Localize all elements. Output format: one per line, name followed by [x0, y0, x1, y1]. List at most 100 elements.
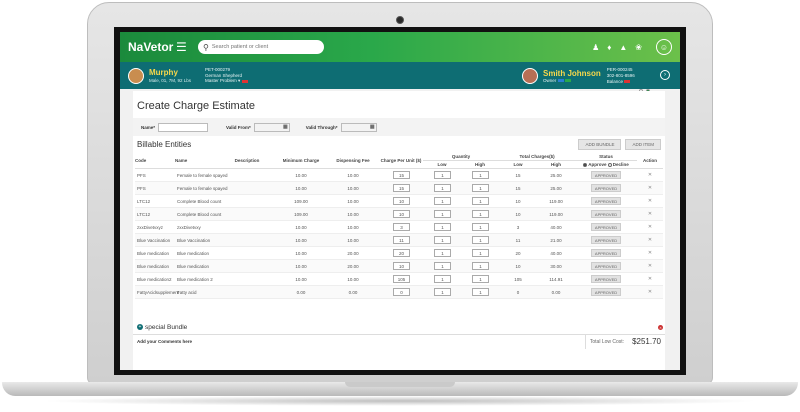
quantity-low-input[interactable]: 1: [433, 184, 451, 192]
laptop-shadow: [40, 396, 760, 406]
cell-description: Blue medication 2: [175, 272, 275, 286]
quantity-low-input[interactable]: 1: [433, 171, 451, 179]
paw-icon[interactable]: ❀: [635, 43, 642, 52]
quantity-low-input[interactable]: 1: [433, 275, 451, 283]
add-bundle-button[interactable]: ADD BUNDLE: [578, 139, 622, 150]
charge-per-unit-input[interactable]: 105: [392, 275, 410, 283]
approved-button[interactable]: APPROVED: [591, 262, 622, 270]
quantity-high-input[interactable]: 1: [471, 288, 489, 296]
quantity-high-input[interactable]: 1: [471, 210, 489, 218]
quantity-high-input[interactable]: 1: [471, 249, 489, 257]
cell-dispensing-fee: 10.00: [327, 207, 379, 221]
approved-button[interactable]: APPROVED: [591, 210, 622, 218]
search-input[interactable]: [211, 44, 319, 50]
charge-per-unit-input[interactable]: 10: [392, 262, 410, 270]
charge-per-unit-input[interactable]: 10: [392, 197, 410, 205]
delete-icon[interactable]: ✕: [648, 185, 652, 191]
hamburger-menu-icon[interactable]: ☰: [176, 40, 192, 54]
delete-icon[interactable]: ✕: [648, 198, 652, 204]
cell-description: Female to female spayed: [175, 168, 275, 182]
pet-problem[interactable]: Master Problem ▾: [205, 78, 248, 84]
cell-dispensing-fee: 10.00: [327, 272, 379, 286]
charge-per-unit-input[interactable]: 11: [392, 236, 410, 244]
decline-radio[interactable]: [607, 162, 612, 167]
owner-name[interactable]: Smith Johnson: [543, 69, 601, 78]
close-icon[interactable]: ×: [658, 324, 663, 330]
approved-button[interactable]: APPROVED: [591, 184, 622, 192]
delete-icon[interactable]: ✕: [648, 172, 652, 178]
col-description: Description: [219, 153, 275, 169]
cell-min-charge: 10.00: [275, 168, 327, 182]
quantity-low-input[interactable]: 1: [433, 236, 451, 244]
top-bar: NaVetor ☰ ⚲ ♟ ♦ ▲ ❀ ☺: [120, 32, 680, 62]
quantity-high-input[interactable]: 1: [471, 223, 489, 231]
delete-icon[interactable]: ✕: [648, 250, 652, 256]
cell-code: PFS: [135, 181, 175, 195]
add-item-button[interactable]: ADD ITEM: [625, 139, 661, 150]
cell-total-high: 21.00: [537, 233, 576, 247]
quantity-high-input[interactable]: 1: [471, 275, 489, 283]
approved-button[interactable]: APPROVED: [591, 275, 622, 283]
calendar-icon[interactable]: ▦: [283, 124, 289, 130]
add-user-icon[interactable]: ♟: [592, 43, 599, 52]
cell-dispensing-fee: 20.00: [327, 259, 379, 273]
warning-icon[interactable]: ▲: [619, 43, 627, 52]
bell-icon[interactable]: ♦: [607, 43, 611, 52]
comments-field[interactable]: Add your Comments here: [133, 339, 192, 344]
table-row: LTC12 Complete Blood count 109.00 10.00 10 1 1…: [135, 207, 664, 221]
delete-icon[interactable]: ✕: [648, 289, 652, 295]
name-input[interactable]: [158, 122, 209, 132]
footer-row: Add your Comments here Total Low Cost: $…: [133, 334, 665, 349]
quantity-high-input[interactable]: 1: [471, 184, 489, 192]
quantity-low-input[interactable]: 1: [433, 197, 451, 205]
approved-button[interactable]: APPROVED: [591, 236, 622, 244]
quantity-high-input[interactable]: 1: [471, 197, 489, 205]
user-profile-icon[interactable]: ☺: [656, 39, 672, 55]
pet-name[interactable]: Murphy: [149, 68, 191, 77]
approved-button[interactable]: APPROVED: [591, 223, 622, 231]
approved-button[interactable]: APPROVED: [591, 288, 622, 296]
charge-per-unit-input[interactable]: 15: [392, 184, 410, 192]
valid-through-input[interactable]: ▦: [340, 122, 377, 132]
approved-button[interactable]: APPROVED: [591, 171, 622, 179]
delete-icon[interactable]: ✕: [648, 237, 652, 243]
quantity-low-input[interactable]: 1: [433, 288, 451, 296]
cell-total-high: 25.00: [537, 181, 576, 195]
quantity-low-input[interactable]: 1: [433, 249, 451, 257]
charge-per-unit-input[interactable]: 15: [392, 171, 410, 179]
col-total-high: High: [537, 160, 576, 169]
charge-per-unit-input[interactable]: 3: [392, 223, 410, 231]
cell-total-low: 3: [499, 220, 538, 234]
quantity-high-input[interactable]: 1: [471, 236, 489, 244]
bundle-name[interactable]: special Bundle: [145, 324, 187, 331]
search-box[interactable]: ⚲: [198, 40, 324, 54]
charge-per-unit-input[interactable]: 0: [392, 288, 410, 296]
pet-avatar[interactable]: [128, 67, 144, 84]
quantity-low-input[interactable]: 1: [433, 210, 451, 218]
expand-info-icon[interactable]: ›: [660, 70, 670, 80]
cell-min-charge: 10.00: [275, 246, 327, 260]
cell-min-charge: 109.00: [275, 207, 327, 221]
delete-icon[interactable]: ✕: [648, 263, 652, 269]
delete-icon[interactable]: ✕: [648, 224, 652, 230]
charge-per-unit-input[interactable]: 10: [392, 210, 410, 218]
table-row: Blue medication Blue medication 10.00 20.00…: [135, 259, 664, 273]
valid-from-input[interactable]: ▦: [253, 122, 290, 132]
delete-icon[interactable]: ✕: [648, 276, 652, 282]
approved-button[interactable]: APPROVED: [591, 197, 622, 205]
owner-avatar[interactable]: [522, 67, 538, 84]
delete-icon[interactable]: ✕: [648, 211, 652, 217]
charge-per-unit-input[interactable]: 20: [392, 249, 410, 257]
approve-radio[interactable]: [583, 162, 588, 167]
quantity-low-input[interactable]: 1: [433, 262, 451, 270]
quantity-high-input[interactable]: 1: [471, 262, 489, 270]
calendar-icon[interactable]: ▦: [370, 124, 376, 130]
brand-logo[interactable]: NaVetor: [128, 40, 176, 54]
expand-plus-icon[interactable]: +: [137, 324, 143, 330]
quantity-low-input[interactable]: 1: [433, 223, 451, 231]
cell-total-high: 30.00: [537, 259, 576, 273]
table-row: LTC12 Complete Blood count 109.00 10.00 10 1 1…: [135, 194, 664, 208]
bundle-row[interactable]: + special Bundle ×: [137, 320, 663, 334]
quantity-high-input[interactable]: 1: [471, 171, 489, 179]
approved-button[interactable]: APPROVED: [591, 249, 622, 257]
